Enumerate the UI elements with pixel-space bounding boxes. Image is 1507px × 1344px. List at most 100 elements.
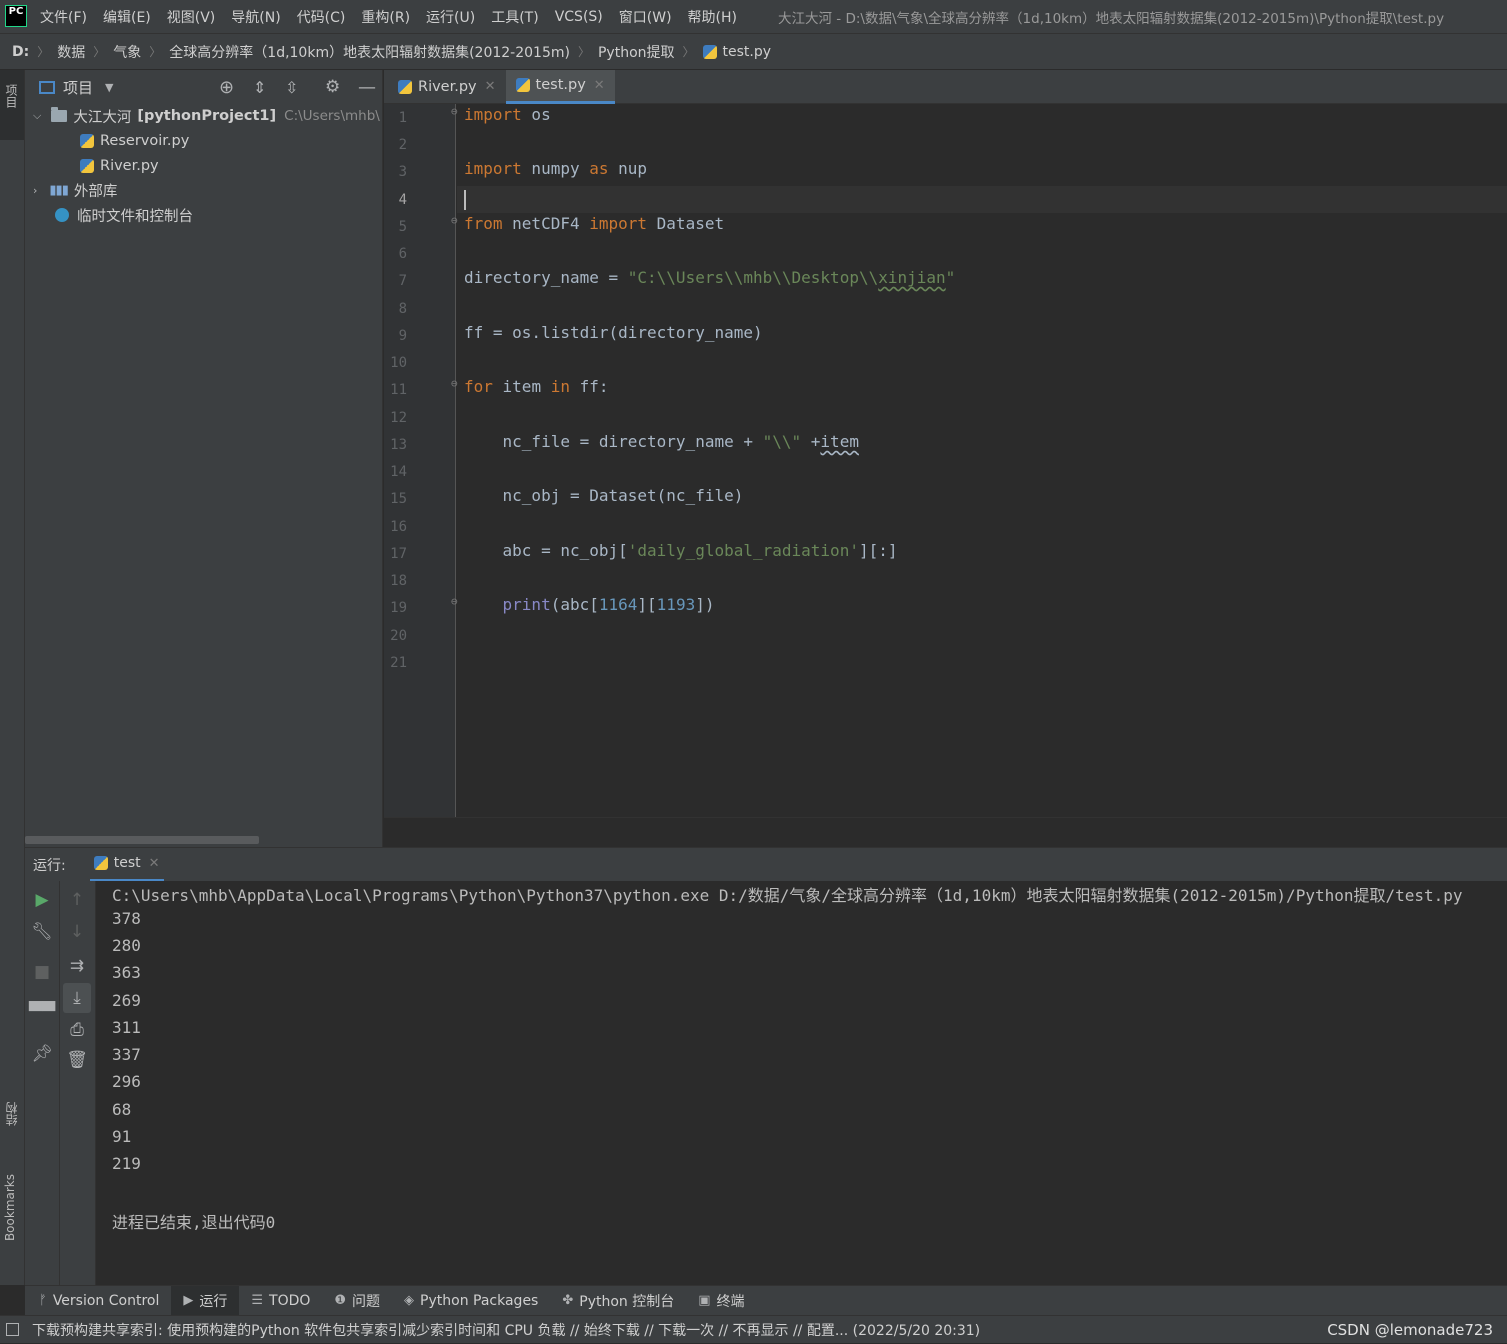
close-icon[interactable]: ✕ bbox=[594, 78, 605, 93]
menu-window[interactable]: 窗口(W) bbox=[619, 7, 672, 27]
tab-python-packages[interactable]: ◈ Python Packages bbox=[392, 1286, 550, 1316]
breadcrumb-weather[interactable]: 气象 bbox=[113, 42, 141, 62]
tree-file-reservoir[interactable]: Reservoir.py bbox=[80, 129, 189, 153]
run-panel-header: 运行: test ✕ bbox=[25, 847, 1507, 882]
tab-label: 问题 bbox=[352, 1293, 381, 1310]
project-view-icon bbox=[39, 80, 55, 94]
rerun-icon[interactable]: ▶ bbox=[25, 885, 59, 915]
bookmarks-tool-tab[interactable]: Bookmarks bbox=[0, 1170, 24, 1270]
breadcrumb-dataset[interactable]: 全球高分辨率（1d,10km）地表太阳辐射数据集(2012-2015m) bbox=[169, 42, 570, 62]
python-file-icon bbox=[80, 134, 94, 148]
menu-tools[interactable]: 工具(T) bbox=[491, 7, 538, 27]
tab-river-py[interactable]: River.py ✕ bbox=[388, 70, 506, 104]
tree-root[interactable]: ⌵ 大江大河 [pythonProject1] C:\Users\mhb\ bbox=[33, 104, 380, 128]
chevron-right-icon[interactable]: › bbox=[33, 184, 37, 197]
tab-test-py[interactable]: test.py ✕ bbox=[505, 69, 615, 104]
toggle-panels-icon[interactable] bbox=[6, 1323, 19, 1336]
menu-help[interactable]: 帮助(H) bbox=[688, 7, 737, 27]
chevron-right-icon: 〉 bbox=[93, 45, 106, 59]
fold-icon[interactable]: ⊖ bbox=[451, 214, 458, 227]
line-number: 19 bbox=[390, 600, 407, 616]
arrow-up-icon[interactable]: ↑ bbox=[60, 885, 94, 915]
locate-icon[interactable]: ⊕ bbox=[219, 77, 234, 98]
project-panel-title[interactable]: 项目 bbox=[63, 77, 93, 98]
close-icon[interactable]: ✕ bbox=[485, 79, 496, 94]
breadcrumb-drive[interactable]: D: bbox=[12, 44, 29, 60]
library-icon: ▮▮▮ bbox=[49, 182, 68, 198]
code-editor[interactable]: ⊖ import os import numpy as nup ⊖ from net… bbox=[451, 104, 1507, 817]
expand-all-icon[interactable]: ⇕ bbox=[253, 78, 266, 97]
project-panel: 项目 ▼ ⊕ ⇕ ⇳ ⚙ — ⌵ 大江大河 [pythonProject1] C… bbox=[25, 70, 383, 847]
tree-file-river[interactable]: River.py bbox=[80, 154, 159, 178]
line-number: 8 bbox=[398, 301, 407, 317]
console-command: C:\Users\mhb\AppData\Local\Programs\Pyth… bbox=[112, 886, 1463, 905]
tab-label: test.py bbox=[535, 77, 586, 93]
console-output-line: 296 bbox=[112, 1072, 141, 1091]
chevron-down-icon[interactable]: ▼ bbox=[105, 81, 113, 94]
tab-terminal[interactable]: ▣ 终端 bbox=[686, 1286, 756, 1316]
menu-view[interactable]: 视图(V) bbox=[167, 7, 216, 27]
soft-wrap-icon[interactable]: ⇉ bbox=[60, 951, 94, 981]
line-number: 13 bbox=[390, 437, 407, 453]
console-output-line: 91 bbox=[112, 1127, 132, 1146]
line-number: 18 bbox=[390, 573, 407, 589]
project-tool-tab[interactable]: 项目 bbox=[0, 70, 24, 140]
tab-label: Python 控制台 bbox=[579, 1293, 675, 1310]
pin-icon[interactable]: 📌︎ bbox=[25, 1039, 59, 1069]
project-root-path: C:\Users\mhb\ bbox=[284, 108, 380, 124]
menu-vcs[interactable]: VCS(S) bbox=[555, 9, 603, 25]
menu-navigate[interactable]: 导航(N) bbox=[231, 7, 280, 27]
terminal-icon: ▣ bbox=[698, 1293, 711, 1308]
wrench-icon[interactable]: 🔧︎ bbox=[25, 917, 59, 947]
code-line-11: ⊖ for item in ff: bbox=[451, 377, 609, 396]
tab-python-console[interactable]: ✤ Python 控制台 bbox=[550, 1286, 686, 1316]
tab-run[interactable]: ▶ 运行 bbox=[171, 1285, 240, 1316]
fold-icon[interactable]: ⊖ bbox=[451, 105, 458, 118]
line-number: 20 bbox=[390, 628, 407, 644]
file-name: Reservoir.py bbox=[100, 133, 190, 149]
scroll-to-end-icon[interactable]: ⤓ bbox=[63, 983, 91, 1013]
project-module-name: [pythonProject1] bbox=[137, 108, 277, 124]
structure-tool-tab[interactable]: 结构 bbox=[0, 1098, 24, 1158]
collapse-all-icon[interactable]: ⇳ bbox=[285, 78, 298, 97]
python-icon: ✤ bbox=[562, 1293, 574, 1308]
stop-icon[interactable]: ■ bbox=[25, 957, 59, 987]
run-console[interactable]: C:\Users\mhb\AppData\Local\Programs\Pyth… bbox=[96, 881, 1507, 1285]
fold-icon[interactable]: ⊖ bbox=[451, 595, 458, 608]
menu-edit[interactable]: 编辑(E) bbox=[103, 7, 151, 27]
menu-code[interactable]: 代码(C) bbox=[297, 7, 346, 27]
breadcrumb-data[interactable]: 数据 bbox=[57, 42, 85, 62]
status-message[interactable]: 下载预构建共享索引: 使用预构建的Python 软件包共享索引减少索引时间和 C… bbox=[32, 1316, 980, 1344]
tab-todo[interactable]: ☰ TODO bbox=[239, 1286, 322, 1316]
layout-icon[interactable]: ▀▀ bbox=[25, 997, 59, 1027]
fold-icon[interactable]: ⊖ bbox=[451, 377, 458, 390]
menu-refactor[interactable]: 重构(R) bbox=[361, 7, 410, 27]
chevron-right-icon: 〉 bbox=[37, 45, 50, 59]
breadcrumb-file[interactable]: test.py bbox=[723, 44, 772, 60]
breadcrumb-python-extract[interactable]: Python提取 bbox=[598, 42, 675, 62]
code-line-9: ff = os.listdir(directory_name) bbox=[464, 323, 763, 342]
tree-scratches[interactable]: 临时文件和控制台 bbox=[55, 203, 193, 227]
status-bar: 下载预构建共享索引: 使用预构建的Python 软件包共享索引减少索引时间和 C… bbox=[0, 1315, 1507, 1343]
console-output-line: 363 bbox=[112, 963, 141, 982]
minimize-icon[interactable]: — bbox=[358, 77, 376, 98]
menu-file[interactable]: 文件(F) bbox=[40, 7, 87, 27]
horizontal-scrollbar[interactable] bbox=[25, 836, 259, 844]
tab-version-control[interactable]: ᚠ Version Control bbox=[27, 1286, 171, 1316]
run-tab-test[interactable]: test ✕ bbox=[89, 848, 164, 882]
file-name: River.py bbox=[100, 158, 159, 174]
line-number: 15 bbox=[390, 491, 407, 507]
code-line-17: abc = nc_obj['daily_global_radiation'][:… bbox=[464, 541, 898, 560]
menu-run[interactable]: 运行(U) bbox=[426, 7, 475, 27]
close-icon[interactable]: ✕ bbox=[149, 856, 160, 871]
arrow-down-icon[interactable]: ↓ bbox=[60, 917, 94, 947]
branch-icon: ᚠ bbox=[39, 1293, 47, 1308]
console-output-line: 269 bbox=[112, 991, 141, 1010]
trash-icon[interactable]: 🗑︎ bbox=[60, 1045, 94, 1075]
python-file-icon bbox=[515, 78, 530, 92]
print-icon[interactable]: ⎙ bbox=[60, 1015, 94, 1045]
tab-problems[interactable]: ❶ 问题 bbox=[322, 1286, 392, 1316]
gear-icon[interactable]: ⚙ bbox=[325, 77, 340, 97]
chevron-down-icon[interactable]: ⌵ bbox=[33, 109, 41, 123]
tree-external-libraries[interactable]: › ▮▮▮ 外部库 bbox=[33, 178, 117, 202]
